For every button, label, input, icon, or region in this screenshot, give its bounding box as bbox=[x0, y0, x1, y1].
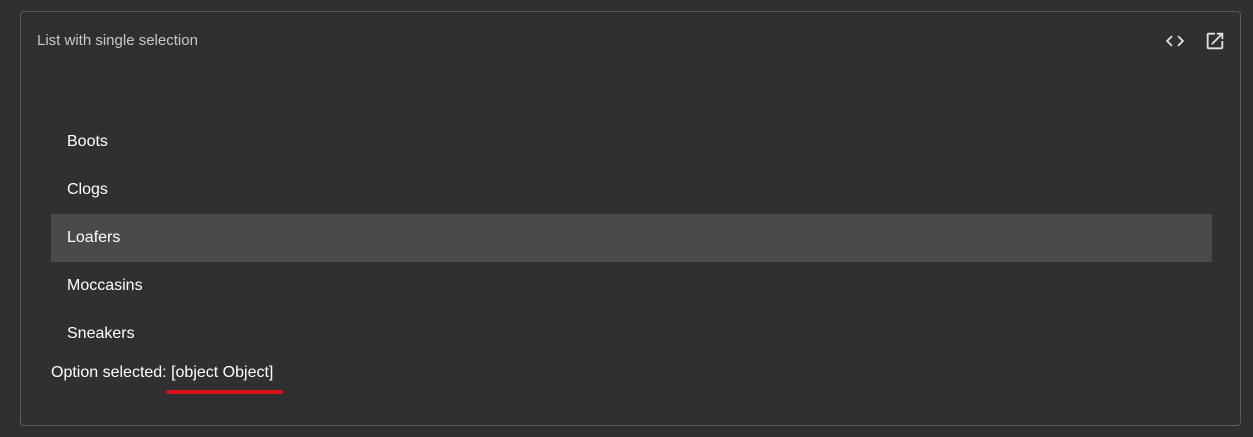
option-selected-status: Option selected: [object Object] bbox=[51, 363, 284, 394]
list-option-loafers[interactable]: Loafers bbox=[51, 214, 1212, 262]
example-card: List with single selection Boots Clogs L… bbox=[20, 11, 1241, 426]
code-icon bbox=[1165, 35, 1185, 47]
view-code-button[interactable] bbox=[1164, 30, 1186, 52]
card-header: List with single selection bbox=[21, 12, 1240, 70]
card-title: List with single selection bbox=[37, 32, 198, 49]
list-option-clogs[interactable]: Clogs bbox=[51, 166, 1212, 214]
option-selected-value-wrapper: [object Object] bbox=[166, 363, 284, 394]
list-option-moccasins[interactable]: Moccasins bbox=[51, 262, 1212, 310]
open-in-new-window-button[interactable] bbox=[1204, 30, 1226, 52]
shoe-selection-list: Boots Clogs Loafers Moccasins Sneakers bbox=[51, 118, 1212, 358]
option-selected-value: [object Object] bbox=[171, 364, 274, 381]
list-option-boots[interactable]: Boots bbox=[51, 118, 1212, 166]
red-underline-annotation bbox=[166, 390, 284, 394]
open-in-new-icon bbox=[1206, 32, 1224, 50]
list-option-sneakers[interactable]: Sneakers bbox=[51, 310, 1212, 358]
option-selected-label: Option selected: bbox=[51, 364, 167, 381]
header-actions bbox=[1164, 30, 1226, 52]
